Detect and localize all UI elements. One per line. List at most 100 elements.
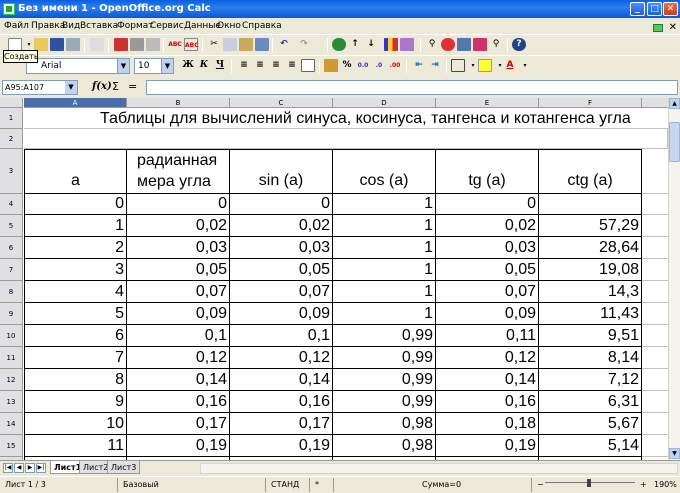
next-sheet-icon[interactable]: ▶ [25,463,35,473]
menu-window[interactable]: Окно [217,18,241,34]
table-cell-radian[interactable]: 0,02 [127,215,230,237]
function-wizard-icon[interactable]: f(x) [92,81,112,92]
table-cell-cos[interactable]: 0,99 [333,369,436,391]
column-header-g[interactable] [642,98,668,108]
menu-view[interactable]: Вид [62,18,80,34]
empty-cell[interactable] [642,369,668,391]
zoom-icon[interactable]: ⚲ [489,38,503,51]
sort-ascending-icon[interactable]: ↑ [348,38,362,51]
minimize-button[interactable]: _ [630,2,645,16]
empty-cell[interactable] [642,281,668,303]
empty-cell[interactable] [642,215,668,237]
table-cell-tg[interactable]: 0 [436,194,539,215]
delete-decimal-icon[interactable]: .00 [388,59,402,72]
chevron-down-icon[interactable]: ▼ [117,59,129,73]
formula-input[interactable] [146,80,678,95]
autospellcheck-icon[interactable]: ABC [184,38,199,51]
table-cell-sin[interactable]: 0,07 [230,281,333,303]
data-sources-icon[interactable] [473,38,487,51]
table-cell-radian[interactable]: 0,1 [127,325,230,347]
format-paintbrush-icon[interactable] [255,38,269,51]
table-cell-cos[interactable]: 1 [333,237,436,259]
table-cell-a[interactable]: 3 [24,259,127,281]
table-cell-radian[interactable]: 0,09 [127,303,230,325]
table-cell-ctg[interactable]: 6,31 [539,391,642,413]
table-cell-a[interactable]: 11 [24,435,127,457]
select-all-corner[interactable] [0,98,23,108]
empty-cell[interactable] [642,303,668,325]
row-header[interactable]: 15 [0,435,23,457]
increase-indent-icon[interactable]: ⇥ [428,59,442,72]
column-header-b[interactable]: B [127,98,230,108]
table-cell-a[interactable]: 5 [24,303,127,325]
scroll-thumb[interactable] [669,122,680,162]
row-header[interactable]: 5 [0,215,23,237]
save-icon[interactable] [50,38,64,51]
close-button[interactable]: ✕ [663,2,678,16]
find-replace-icon[interactable]: ⚲ [425,38,439,51]
table-cell-radian[interactable]: 0,03 [127,237,230,259]
sum-display[interactable]: Сумма=0 [336,478,532,492]
row-header[interactable]: 11 [0,347,23,369]
table-cell-a[interactable]: 1 [24,215,127,237]
row-header[interactable]: 4 [0,194,23,215]
table-cell-cos[interactable]: 0,99 [333,391,436,413]
empty-cell[interactable] [642,194,668,215]
empty-row-2[interactable] [24,129,668,149]
menu-format[interactable]: Формат [117,18,154,34]
scroll-up-icon[interactable]: ▲ [669,98,680,109]
table-cell-cos[interactable]: 1 [333,215,436,237]
page-preview-icon[interactable] [146,38,160,51]
spellcheck-icon[interactable]: ABC [168,38,182,51]
table-cell-a[interactable]: 7 [24,347,127,369]
help-icon[interactable]: ? [512,38,526,51]
empty-cell[interactable] [642,391,668,413]
header-cell-cos[interactable]: cos (a) [333,149,436,194]
maximize-button[interactable]: □ [647,2,662,16]
empty-cell[interactable] [642,413,668,435]
draw-functions-icon[interactable] [400,38,414,51]
navigator-icon[interactable] [441,38,455,51]
align-left-icon[interactable]: ≡ [237,59,251,72]
first-sheet-icon[interactable]: |◀ [3,463,13,473]
row-header[interactable]: 13 [0,391,23,413]
table-cell-ctg[interactable]: 19,08 [539,259,642,281]
formula-icon[interactable]: = [128,80,137,93]
merge-cells-icon[interactable] [301,59,315,72]
table-cell-ctg[interactable]: 57,29 [539,215,642,237]
empty-cell[interactable] [642,347,668,369]
table-cell-a[interactable]: 9 [24,391,127,413]
cut-icon[interactable]: ✂ [207,38,221,51]
table-cell-sin[interactable]: 0 [230,194,333,215]
table-cell-ctg[interactable]: 28,64 [539,237,642,259]
table-cell-cos[interactable]: 1 [333,259,436,281]
copy-icon[interactable] [223,38,237,51]
table-cell-ctg[interactable]: 9,51 [539,325,642,347]
vertical-scrollbar[interactable]: ▲ ▼ [668,98,680,460]
zoom-in-icon[interactable]: + [640,477,647,493]
standard-format-icon[interactable]: 0.0 [356,59,370,72]
header-cell-a[interactable]: a [24,149,127,194]
table-cell-ctg[interactable]: 14,3 [539,281,642,303]
font-name-box[interactable]: Arial ▼ [26,58,130,74]
print-icon[interactable] [130,38,144,51]
scroll-down-icon[interactable]: ▼ [669,448,680,459]
undo-icon[interactable]: ↶ [277,38,291,51]
row-header[interactable]: 14 [0,413,23,435]
row-header[interactable]: 2 [0,129,23,149]
row-header[interactable]: 7 [0,259,23,281]
table-cell-tg[interactable]: 0,03 [436,237,539,259]
empty-cell[interactable] [642,325,668,347]
table-cell-cos[interactable]: 0,98 [333,413,436,435]
table-cell-tg[interactable]: 0,14 [436,369,539,391]
table-cell-a[interactable]: 6 [24,325,127,347]
email-icon[interactable] [66,38,80,51]
chevron-down-icon[interactable]: ▼ [161,59,173,73]
table-cell-tg[interactable]: 0,16 [436,391,539,413]
table-cell-tg[interactable]: 0,05 [436,259,539,281]
decrease-indent-icon[interactable]: ⇤ [412,59,426,72]
table-cell-ctg[interactable]: 5,67 [539,413,642,435]
row-header[interactable]: 3 [0,149,23,194]
menu-data[interactable]: Данные [184,18,221,34]
zoom-out-icon[interactable]: − [537,477,544,493]
